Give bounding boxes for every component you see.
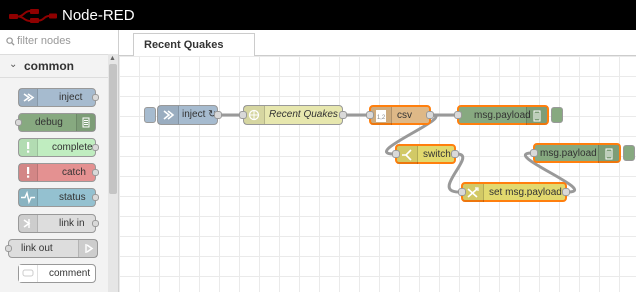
palette-node-label: comment [49,268,91,279]
tab-recent-quakes[interactable]: Recent Quakes [133,33,255,56]
flow-node-inject[interactable]: inject ↻ [157,105,222,125]
palette-node-comment[interactable]: comment [18,264,96,283]
flow-node-label: msg.payload [474,110,531,121]
debug-toggle-button[interactable] [551,107,563,123]
palette-node-label: catch [62,167,86,178]
exclamation-icon [19,139,38,156]
output-port[interactable] [92,144,99,151]
flow-node-label: csv [397,110,412,121]
output-port[interactable] [92,220,99,227]
chevron-down-icon: ⌄ [9,59,18,70]
palette-node-label: debug [35,117,63,128]
switch-icon [397,146,418,164]
palette-scroll-thumb[interactable] [109,64,117,194]
palette-node-complete[interactable]: complete [18,138,99,157]
flow-node-change[interactable]: set msg.payload [458,182,570,202]
palette-node-link-in[interactable]: link in [18,214,99,233]
palette-node-label: complete [52,142,93,153]
palette-node-debug[interactable]: debug [15,113,96,132]
search-icon [6,37,15,46]
flow-node-label: switch [423,149,451,160]
link-in-icon [19,215,38,232]
flow-wires [220,113,577,194]
flow-node-label: Recent Quakes [269,109,338,120]
flow-node-switch[interactable]: switch [392,144,459,164]
node-palette: filter nodes ⌄ common ▲ inject debug com… [0,30,119,292]
inject-trigger-button[interactable] [144,107,156,123]
output-port[interactable] [92,194,99,201]
list-icon [526,107,547,125]
list-icon [76,114,95,131]
output-port[interactable] [92,94,99,101]
flow-node-debug[interactable]: msg.payload [454,105,549,125]
input-port[interactable] [530,149,538,157]
tab-label: Recent Quakes [144,39,224,51]
input-port[interactable] [458,188,466,196]
input-port[interactable] [239,111,247,119]
output-port[interactable] [426,111,434,119]
flow-workspace[interactable]: inject ↻ Recent Quakes 1,2 csv msg.paylo… [119,56,636,292]
flow-node-debug[interactable]: msg.payload [530,143,621,163]
palette-node-link-out[interactable]: link out [5,239,98,258]
flow-node-label: set msg.payload [489,187,562,198]
pulse-icon [19,189,38,206]
app-title: Node-RED [62,7,135,24]
category-header-common[interactable]: ⌄ common [0,55,108,78]
comment-icon [19,265,38,282]
filter-placeholder: filter nodes [17,35,71,47]
output-port[interactable] [92,169,99,176]
node-red-logo-icon [9,9,57,23]
input-port[interactable] [15,119,22,126]
palette-node-label: link out [21,243,53,254]
link-out-icon [78,240,97,257]
flow-node-label: inject ↻ [182,109,217,120]
debug-toggle-button[interactable] [623,145,635,161]
output-port[interactable] [214,111,222,119]
output-port[interactable] [451,150,459,158]
globe-icon [244,106,265,124]
header-bar: Node-RED [0,0,636,30]
palette-node-label: link in [59,218,85,229]
flow-node-http-request[interactable]: Recent Quakes [239,105,347,125]
output-port[interactable] [339,111,347,119]
palette-node-label: inject [59,92,83,103]
palette-node-label: status [59,192,86,203]
exclamation-icon [19,164,38,181]
input-port[interactable] [366,111,374,119]
arrow-right-icon [19,89,38,106]
category-label: common [24,59,75,73]
input-port[interactable] [392,150,400,158]
flow-node-csv[interactable]: 1,2 csv [366,105,434,125]
palette-node-catch[interactable]: catch [18,163,99,182]
flow-node-label: msg.payload [540,148,597,159]
filter-nodes-input[interactable]: filter nodes [0,30,118,55]
arrow-right-icon [158,106,179,124]
palette-node-status[interactable]: status [18,188,99,207]
svg-text:1,2: 1,2 [377,115,386,121]
csv-file-icon: 1,2 [371,107,392,125]
scroll-up-arrow-icon[interactable]: ▲ [109,55,116,62]
input-port[interactable] [454,111,462,119]
shuffle-icon [463,184,484,202]
input-port[interactable] [5,245,12,252]
palette-node-inject[interactable]: inject [18,88,99,107]
output-port[interactable] [562,188,570,196]
list-icon [598,145,619,163]
